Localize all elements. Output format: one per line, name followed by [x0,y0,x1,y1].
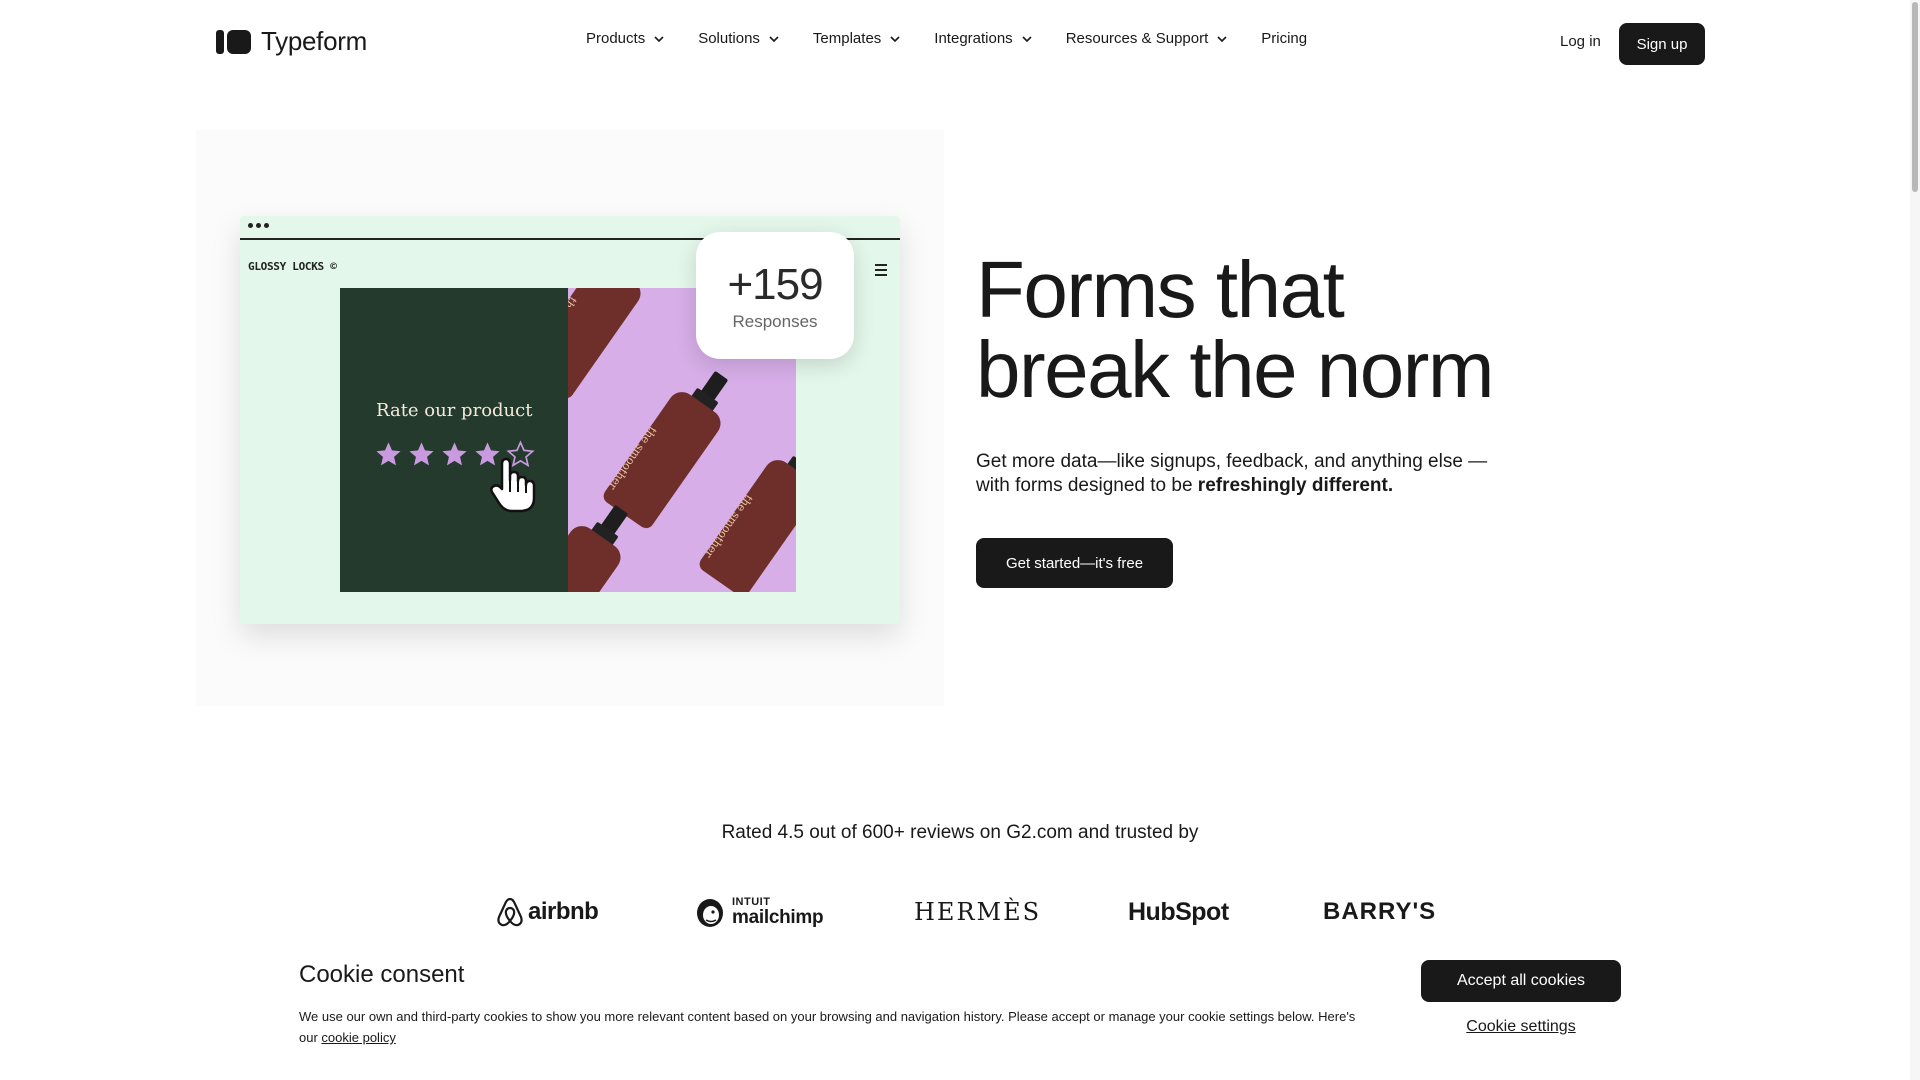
hero-subtext: Get more data—like signups, feedback, an… [976,450,1496,498]
star-filled-icon [376,442,401,466]
chevron-down-icon [890,35,900,42]
nav-item-products[interactable]: Products [586,30,666,47]
cookie-settings-link[interactable]: Cookie settings [1421,1018,1621,1036]
scrollbar-thumb[interactable] [1912,2,1918,192]
bottle-image: the smoother [600,359,745,532]
rating-statement: Rated 4.5 out of 600+ reviews on G2.com … [721,822,1199,843]
mailchimp-wordmark: mailchimp [732,907,824,928]
page-scrollbar[interactable] [1910,0,1920,1080]
chevron-down-icon [769,35,779,42]
star-filled-icon [409,442,434,466]
airbnb-wordmark: airbnb [528,898,599,925]
pointer-hand-icon [490,457,536,513]
chevron-down-icon [1022,35,1032,42]
cookie-text: We use our own and third-party cookies t… [299,1009,1356,1045]
logo-text: Typeform [261,26,367,56]
nav-label: Pricing [1261,30,1308,47]
headline-line-2: break the norm [976,325,1495,414]
customer-logos: airbnb INTUIT mailchimp HERMÈS HubSpot B… [0,892,1920,932]
typeform-logo-icon [216,29,251,54]
nav-label: Solutions [698,30,760,47]
mailchimp-logo: INTUIT mailchimp [694,892,824,932]
airbnb-logo: airbnb [496,892,599,932]
nav-item-templates[interactable]: Templates [813,30,902,47]
rating-panel: Rate our product [340,288,568,592]
nav-label: Integrations [934,30,1013,47]
responses-label: Responses [732,312,818,331]
nav-item-solutions[interactable]: Solutions [698,30,781,47]
login-link[interactable]: Log in [1560,33,1601,50]
nav-label: Resources & Support [1065,30,1209,47]
nav-label: Products [586,30,646,47]
typeform-logo[interactable]: Typeform [216,26,367,57]
hero-headline: Forms that break the norm [976,250,1495,410]
barrys-logo: BARRY'S [1323,898,1437,925]
preview-brand-name: GLOSSY LOCKS © [248,260,337,273]
accept-all-cookies-button[interactable]: Accept all cookies [1421,960,1621,1002]
nav-item-pricing[interactable]: Pricing [1261,30,1307,47]
cookie-description: We use our own and third-party cookies t… [299,1006,1359,1048]
bottle-image: the smoother [568,288,666,402]
signup-button[interactable]: Sign up [1619,23,1705,65]
responses-count: +159 [727,260,823,309]
subtext-bold: refreshingly different. [1197,475,1394,496]
nav-item-resources-support[interactable]: Resources & Support [1066,30,1230,47]
nav-label: Templates [812,30,882,47]
site-header: Typeform Products Solutions Templates In… [0,0,1910,86]
menu-icon [875,264,887,279]
star-filled-icon [442,442,467,466]
bottle-image: the smoother [696,427,796,592]
cookie-title: Cookie consent [299,961,465,988]
hermes-logo: HERMÈS [914,898,1042,926]
hubspot-logo: HubSpot [1128,897,1229,926]
rate-product-label: Rate our product [376,400,533,421]
mailchimp-freddie-icon [697,899,723,927]
chevron-down-icon [1217,35,1227,42]
cookie-policy-link[interactable]: cookie policy [321,1030,395,1045]
main-nav: Products Solutions Templates Integration… [586,30,1307,47]
nav-item-integrations[interactable]: Integrations [934,30,1033,47]
chevron-down-icon [654,35,664,42]
airbnb-icon [497,897,523,927]
responses-badge: +159 Responses [696,232,854,359]
get-started-button[interactable]: Get started—it's free [976,538,1173,588]
cookie-consent-banner: Cookie consent We use our own and third-… [0,928,1910,1080]
browser-dots-icon [248,223,269,228]
headline-line-1: Forms that [976,245,1345,334]
